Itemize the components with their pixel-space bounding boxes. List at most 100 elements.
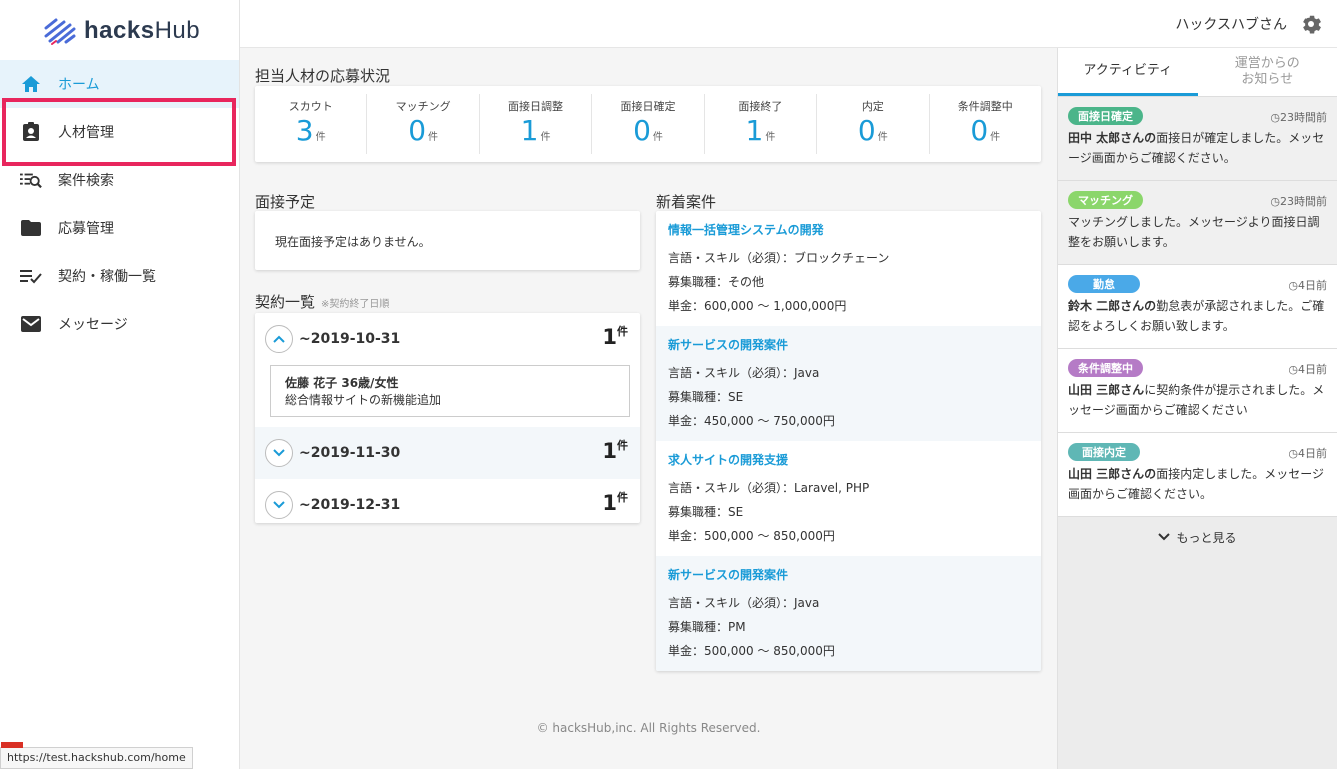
activity-panel: アクティビティ 運営からの お知らせ 面接日確定 ◷23時間前 田中 太郎さんの…: [1057, 48, 1337, 769]
show-more-button[interactable]: もっと見る: [1058, 517, 1337, 557]
stat-label: 面接終了: [738, 100, 783, 113]
activity-time: ◷4日前: [1288, 447, 1327, 460]
tab-activity[interactable]: アクティビティ: [1058, 48, 1198, 96]
activity-item[interactable]: マッチング ◷23時間前 マッチングしました。メッセージより面接日調整をお願いし…: [1058, 181, 1337, 265]
activity-item[interactable]: 条件調整中 ◷4日前 山田 三郎さんに契約条件が提示されました。メッセージ画面か…: [1058, 349, 1337, 433]
nav-item-job-search[interactable]: 案件検索: [0, 156, 239, 204]
job-title[interactable]: 求人サイトの開発支援: [668, 451, 1029, 468]
activity-text: 田中 太郎さんの面接日が確定しました。メッセージ画面からご確認ください。: [1068, 131, 1325, 165]
nav-item-contracts[interactable]: 契約・稼働一覧: [0, 252, 239, 300]
stat-interview-adjusting[interactable]: 面接日調整 1 件: [480, 94, 593, 154]
job-item[interactable]: 新サービスの開発案件 言語・スキル（必須）：Java 募集職種：SE 単金：45…: [656, 326, 1041, 441]
stat-matching[interactable]: マッチング 0 件: [367, 94, 480, 154]
job-skill: 言語・スキル（必須）：Java: [668, 366, 820, 380]
show-more-label: もっと見る: [1176, 530, 1237, 545]
activity-badge: 条件調整中: [1068, 359, 1143, 377]
contract-date: ~2019-10-31: [299, 331, 401, 347]
gear-icon[interactable]: [1299, 12, 1323, 36]
activity-text: 山田 三郎さんの面接内定しました。メッセージ画面からご確認ください。: [1068, 467, 1324, 501]
user-name[interactable]: ハックスハブさん: [1175, 14, 1287, 34]
activity-text: マッチングしました。メッセージより面接日調整をお願いします。: [1068, 215, 1320, 249]
interview-title: 面接予定: [255, 193, 316, 211]
contract-count: 1件: [602, 325, 628, 349]
activity-badge: 勤怠: [1068, 275, 1140, 293]
stat-value: 0件: [633, 114, 663, 147]
status-url: https://test.hackshub.com/home: [0, 742, 193, 769]
stat-value: 1件: [745, 114, 776, 147]
contract-row[interactable]: ~2019-10-31 1件: [255, 313, 640, 365]
job-price: 単金：500,000 ～ 850,000円: [668, 644, 835, 658]
contract-row[interactable]: ~2019-11-30 1件: [255, 427, 640, 479]
stat-value: 1件: [520, 114, 551, 147]
folder-icon: [20, 217, 42, 239]
job-title[interactable]: 新サービスの開発案件: [668, 566, 1029, 583]
stat-value: 0件: [970, 114, 1001, 147]
nav-label: ホーム: [58, 77, 100, 93]
nav-label: 人材管理: [58, 125, 114, 141]
sidebar: hacksHub ホーム 人材管理 案件検索 応募管理 契約・稼働一覧 メッセー…: [0, 0, 240, 769]
stat-scout[interactable]: スカウト 3 件: [255, 94, 368, 154]
contract-date: ~2019-11-30: [299, 445, 401, 461]
activity-tabs: アクティビティ 運営からの お知らせ: [1058, 48, 1337, 97]
stat-interview-done[interactable]: 面接終了 1 件: [705, 94, 818, 154]
activity-item[interactable]: 面接日確定 ◷23時間前 田中 太郎さんの面接日が確定しました。メッセージ画面か…: [1058, 97, 1337, 181]
status-card: スカウト 3 件 マッチング 0 件 面接日調整 1 件 面接日確定 0 件 面接終了 1 件 内定…: [255, 86, 1041, 162]
job-title[interactable]: 情報一括管理システムの開発: [668, 221, 1029, 238]
job-role: 募集職種：SE: [668, 390, 744, 404]
contract-count: 1件: [602, 491, 628, 515]
project-name: 総合情報サイトの新機能追加: [285, 393, 442, 407]
contracts-title: 契約一覧 ※契約終了日順: [255, 291, 389, 312]
home-icon: [20, 73, 42, 95]
logo-text: hacksHub: [84, 17, 201, 44]
activity-time: ◷23時間前: [1270, 111, 1327, 124]
stat-label: 面接日調整: [508, 100, 564, 113]
nav-label: メッセージ: [58, 317, 128, 333]
stat-label: マッチング: [395, 100, 451, 113]
jobs-title: 新着案件: [656, 193, 717, 211]
chevron-down-icon[interactable]: [265, 439, 293, 467]
activity-badge: 面接日確定: [1068, 107, 1143, 125]
stat-label: スカウト: [288, 100, 333, 113]
activity-text: 鈴木 二郎さんの勤怠表が承認されました。ご確認をよろしくお願い致します。: [1068, 299, 1325, 333]
chevron-down-icon: [1158, 533, 1171, 541]
activity-badge: マッチング: [1068, 191, 1143, 209]
clock-icon: ◷: [1270, 111, 1280, 124]
activity-time: ◷4日前: [1288, 279, 1327, 292]
clock-icon: ◷: [1270, 195, 1280, 208]
job-item[interactable]: 情報一括管理システムの開発 言語・スキル（必須）：ブロックチェーン 募集職種：そ…: [656, 211, 1041, 326]
activity-item[interactable]: 勤怠 ◷4日前 鈴木 二郎さんの勤怠表が承認されました。ご確認をよろしくお願い致…: [1058, 265, 1337, 349]
chevron-up-icon[interactable]: [265, 325, 293, 353]
job-item[interactable]: 求人サイトの開発支援 言語・スキル（必須）：Laravel, PHP 募集職種：…: [656, 441, 1041, 556]
contracts-card: ~2019-10-31 1件 佐藤 花子 36歳/女性 総合情報サイトの新機能追…: [255, 313, 640, 523]
activity-item[interactable]: 面接内定 ◷4日前 山田 三郎さんの面接内定しました。メッセージ画面からご確認く…: [1058, 433, 1337, 517]
logo[interactable]: hacksHub: [42, 14, 200, 48]
main-content: 担当人材の応募状況 スカウト 3 件 マッチング 0 件 面接日調整 1 件 面接日確定 0 件…: [240, 48, 1057, 769]
job-item[interactable]: 新サービスの開発案件 言語・スキル（必須）：Java 募集職種：PM 単金：50…: [656, 556, 1041, 671]
contract-detail[interactable]: 佐藤 花子 36歳/女性 総合情報サイトの新機能追加: [270, 365, 630, 417]
contracts-note: ※契約終了日順: [321, 299, 390, 310]
stat-value: 0件: [857, 114, 888, 147]
nav-item-talent[interactable]: 人材管理: [0, 108, 239, 156]
job-title[interactable]: 新サービスの開発案件: [668, 336, 1029, 353]
tab-notices[interactable]: 運営からの お知らせ: [1198, 48, 1337, 96]
job-price: 単金：600,000 ～ 1,000,000円: [668, 299, 847, 313]
sidebar-nav: ホーム 人材管理 案件検索 応募管理 契約・稼働一覧 メッセージ: [0, 60, 239, 348]
chevron-down-icon[interactable]: [265, 491, 293, 519]
job-skill: 言語・スキル（必須）：Java: [668, 596, 820, 610]
stat-negotiating[interactable]: 条件調整中 0 件: [930, 94, 1041, 154]
contract-row[interactable]: ~2019-12-31 1件: [255, 479, 640, 531]
stat-interview-confirmed[interactable]: 面接日確定 0 件: [592, 94, 705, 154]
clock-icon: ◷: [1288, 363, 1298, 376]
stat-offer[interactable]: 内定 0 件: [817, 94, 930, 154]
nav-item-messages[interactable]: メッセージ: [0, 300, 239, 348]
nav-label: 応募管理: [58, 221, 114, 237]
footer: © hacksHub,inc. All Rights Reserved.: [536, 721, 761, 735]
mail-icon: [20, 313, 42, 335]
nav-item-home[interactable]: ホーム: [0, 60, 239, 108]
nav-item-applications[interactable]: 応募管理: [0, 204, 239, 252]
contract-count: 1件: [602, 439, 628, 463]
no-interview-text: 現在面接予定はありません。: [275, 235, 431, 249]
activity-time: ◷4日前: [1288, 363, 1327, 376]
stat-value: 0件: [408, 114, 439, 147]
jobs-card: 情報一括管理システムの開発 言語・スキル（必須）：ブロックチェーン 募集職種：そ…: [656, 211, 1041, 671]
